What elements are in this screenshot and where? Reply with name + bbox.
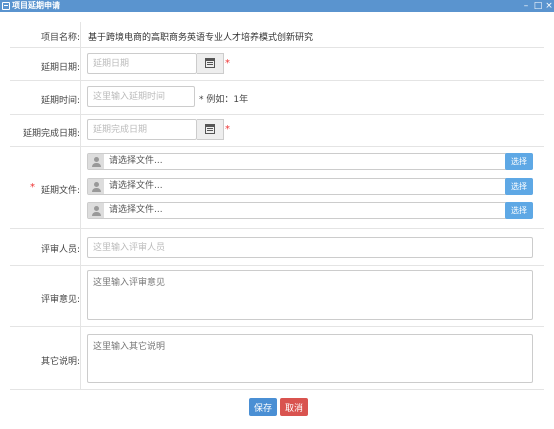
file-picker-2[interactable]: 请选择文件... 选择 — [87, 178, 533, 195]
column-divider — [80, 22, 81, 389]
delay-finish-date-label: 延期完成日期: — [22, 129, 80, 139]
calendar-icon — [205, 124, 215, 134]
row-divider — [10, 80, 544, 81]
delay-date-input[interactable] — [87, 53, 197, 74]
delay-finish-date-input[interactable] — [87, 119, 197, 140]
cancel-button[interactable]: 取消 — [280, 398, 308, 416]
choose-file-button[interactable]: 选择 — [505, 178, 533, 195]
review-opinion-label: 评审意见: — [40, 295, 80, 305]
file-user-icon — [88, 179, 104, 194]
window-icon — [2, 2, 10, 10]
minimize-button[interactable]: – — [520, 0, 532, 12]
calendar-icon — [205, 58, 215, 68]
window-titlebar: 项目延期申请 – □ × — [0, 0, 554, 12]
choose-file-button[interactable]: 选择 — [505, 202, 533, 219]
file-picker-3[interactable]: 请选择文件... 选择 — [87, 202, 533, 219]
delay-time-label: 延期时间: — [40, 96, 80, 106]
review-opinion-textarea[interactable] — [87, 270, 533, 320]
row-divider — [10, 265, 544, 266]
delay-date-calendar-button[interactable] — [197, 53, 224, 74]
delay-finish-date-calendar-button[interactable] — [197, 119, 224, 140]
file-picker-text: 请选择文件... — [109, 181, 163, 191]
reviewer-input[interactable] — [87, 237, 533, 258]
required-mark: * — [225, 58, 230, 69]
file-picker-1[interactable]: 请选择文件... 选择 — [87, 153, 533, 170]
delay-files-label: 延期文件: — [40, 186, 80, 196]
delay-time-hint: * 例如：1年 — [199, 95, 249, 105]
required-mark: * — [225, 124, 230, 135]
other-notes-label: 其它说明: — [40, 357, 80, 367]
required-mark: * — [30, 182, 35, 193]
row-divider — [10, 114, 544, 115]
save-button[interactable]: 保存 — [249, 398, 277, 416]
project-name-label: 项目名称: — [40, 33, 80, 43]
window-title: 项目延期申请 — [12, 1, 60, 10]
file-picker-text: 请选择文件... — [109, 156, 163, 166]
close-button[interactable]: × — [543, 0, 554, 12]
row-divider — [10, 389, 544, 390]
project-name-value: 基于跨境电商的高职商务英语专业人才培养模式创新研究 — [88, 33, 314, 43]
row-divider — [10, 47, 544, 48]
delay-time-input[interactable] — [87, 86, 195, 107]
row-divider — [10, 146, 544, 147]
row-divider — [10, 228, 544, 229]
file-picker-text: 请选择文件... — [109, 205, 163, 215]
other-notes-textarea[interactable] — [87, 334, 533, 383]
reviewer-label: 评审人员: — [40, 245, 80, 255]
file-user-icon — [88, 203, 104, 218]
file-user-icon — [88, 154, 104, 169]
choose-file-button[interactable]: 选择 — [505, 153, 533, 170]
row-divider — [10, 326, 544, 327]
delay-date-label: 延期日期: — [40, 63, 80, 73]
